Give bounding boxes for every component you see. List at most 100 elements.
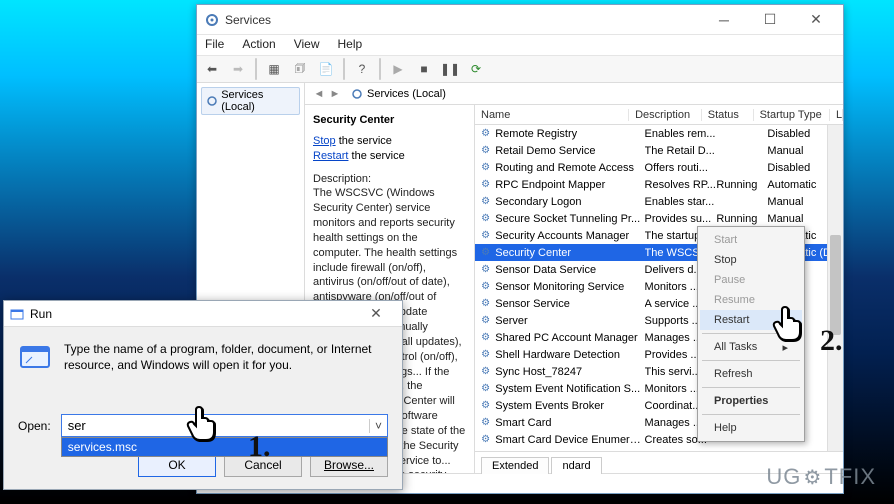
ctx-refresh[interactable]: Refresh (700, 364, 802, 384)
titlebar[interactable]: Services ─ ☐ ✕ (197, 5, 843, 35)
dropdown-button[interactable]: ˅ (369, 419, 387, 433)
gear-icon: ⚙ (479, 400, 492, 411)
minimize-button[interactable]: ─ (701, 6, 747, 34)
menu-view[interactable]: View (292, 35, 322, 55)
tab-standard[interactable]: ndard (551, 457, 601, 474)
ctx-all-tasks[interactable]: All Tasks▸ (700, 337, 802, 357)
separator (343, 58, 345, 80)
ctx-properties[interactable]: Properties (700, 391, 802, 411)
restart-link[interactable]: Restart (313, 150, 348, 162)
menubar[interactable]: File Action View Help (197, 35, 843, 55)
menu-action[interactable]: Action (240, 35, 277, 55)
run-title-text: Run (30, 307, 52, 321)
tab-extended[interactable]: Extended (481, 457, 549, 474)
service-row[interactable]: ⚙Retail Demo ServiceThe Retail D...Manua… (475, 142, 843, 159)
window-title: Services (205, 13, 701, 27)
open-input[interactable] (62, 415, 369, 436)
details-button[interactable]: ▦ (263, 58, 285, 80)
run-close-button[interactable]: ✕ (356, 305, 396, 322)
run-message: Type the name of a program, folder, docu… (64, 341, 388, 406)
gear-icon: ⚙ (479, 247, 492, 258)
selected-service-name: Security Center (313, 113, 466, 128)
gear-icon: ⚙ (479, 332, 492, 343)
back-button[interactable]: ⬅ (201, 58, 223, 80)
menu-help[interactable]: Help (336, 35, 365, 55)
gear-icon: ⚙ (479, 298, 492, 309)
services-icon (205, 13, 219, 27)
ctx-help[interactable]: Help (700, 418, 802, 438)
pane-fwd-icon[interactable]: ► (327, 86, 343, 102)
step-one-label: 1. (248, 430, 271, 464)
col-status[interactable]: Status (702, 109, 754, 121)
export-button[interactable]: 📄 (315, 58, 337, 80)
gear-icon: ⚙ (479, 128, 492, 139)
separator (379, 58, 381, 80)
separator (255, 58, 257, 80)
menu-file[interactable]: File (203, 35, 226, 55)
watermark: UG⚙TFIX (766, 464, 876, 490)
gear-icon: ⚙ (479, 145, 492, 156)
gear-icon: ⚙ (479, 162, 492, 173)
col-startup[interactable]: Startup Type (754, 109, 830, 121)
gear-icon: ⚙ (479, 434, 492, 445)
gear-icon: ⚙ (479, 264, 492, 275)
description-label: Description: (313, 172, 466, 187)
context-menu[interactable]: Start Stop Pause Resume Restart All Task… (697, 226, 805, 442)
col-logon[interactable]: Log (830, 109, 843, 121)
suggestion-list[interactable]: services.msc (61, 437, 388, 457)
service-row[interactable]: ⚙Secure Socket Tunneling Pr...Provides s… (475, 210, 843, 227)
stop-suffix: the service (336, 135, 392, 147)
vertical-scrollbar[interactable] (827, 125, 843, 451)
stop-link[interactable]: Stop (313, 135, 336, 147)
gear-icon: ⚙ (479, 366, 492, 377)
ctx-start: Start (700, 230, 802, 250)
play-button[interactable]: ▶ (387, 58, 409, 80)
gear-icon: ⚙ (479, 383, 492, 394)
gear-icon: ⚙ (479, 213, 492, 224)
gear-icon: ⚙ (803, 465, 822, 490)
service-row[interactable]: ⚙Smart Card Removal PolicyAllows the s..… (475, 448, 843, 451)
scrollbar-thumb[interactable] (830, 235, 841, 335)
col-name[interactable]: Name (475, 109, 629, 121)
close-button[interactable]: ✕ (793, 6, 839, 34)
ctx-sep (702, 414, 800, 415)
pane-tab[interactable]: Services (Local) (349, 88, 448, 100)
ctx-resume: Resume (700, 290, 802, 310)
service-row[interactable]: ⚙Secondary LogonEnables star...ManualLoc (475, 193, 843, 210)
service-row[interactable]: ⚙Routing and Remote AccessOffers routi..… (475, 159, 843, 176)
gear-icon (351, 88, 363, 100)
gear-icon (206, 95, 217, 107)
col-description[interactable]: Description (629, 109, 702, 121)
open-combobox[interactable]: ˅ services.msc (61, 414, 388, 437)
suggestion-item[interactable]: services.msc (62, 438, 387, 456)
gear-icon: ⚙ (479, 179, 492, 190)
tree-node-services-local[interactable]: Services (Local) (201, 87, 300, 115)
open-label: Open: (18, 419, 51, 433)
run-dialog: Run ✕ Type the name of a program, folder… (3, 300, 403, 490)
ctx-restart[interactable]: Restart (700, 310, 802, 330)
forward-button[interactable]: ➡ (227, 58, 249, 80)
gear-icon: ⚙ (479, 315, 492, 326)
restart-suffix: the service (348, 150, 404, 162)
ctx-sep (702, 387, 800, 388)
column-headers[interactable]: Name Description Status Startup Type Log (475, 105, 843, 125)
restart-button[interactable]: ⟳ (465, 58, 487, 80)
ctx-sep (702, 333, 800, 334)
toolbar: ⬅ ➡ ▦ 🗊 📄 ? ▶ ■ ❚❚ ⟳ (197, 55, 843, 83)
maximize-button[interactable]: ☐ (747, 6, 793, 34)
service-row[interactable]: ⚙Remote RegistryEnables rem...DisabledLo… (475, 125, 843, 142)
pause-button[interactable]: ❚❚ (439, 58, 461, 80)
refresh-button[interactable]: 🗊 (289, 58, 311, 80)
service-row[interactable]: ⚙RPC Endpoint MapperResolves RP...Runnin… (475, 176, 843, 193)
run-titlebar[interactable]: Run ✕ (4, 301, 402, 327)
ctx-pause: Pause (700, 270, 802, 290)
ctx-stop[interactable]: Stop (700, 250, 802, 270)
run-icon-small (10, 307, 24, 321)
step-two-label: 2. (820, 324, 843, 358)
gear-icon: ⚙ (479, 196, 492, 207)
help-button[interactable]: ? (351, 58, 373, 80)
stop-button[interactable]: ■ (413, 58, 435, 80)
gear-icon: ⚙ (479, 417, 492, 428)
pane-back-icon[interactable]: ◄ (311, 86, 327, 102)
gear-icon: ⚙ (479, 349, 492, 360)
